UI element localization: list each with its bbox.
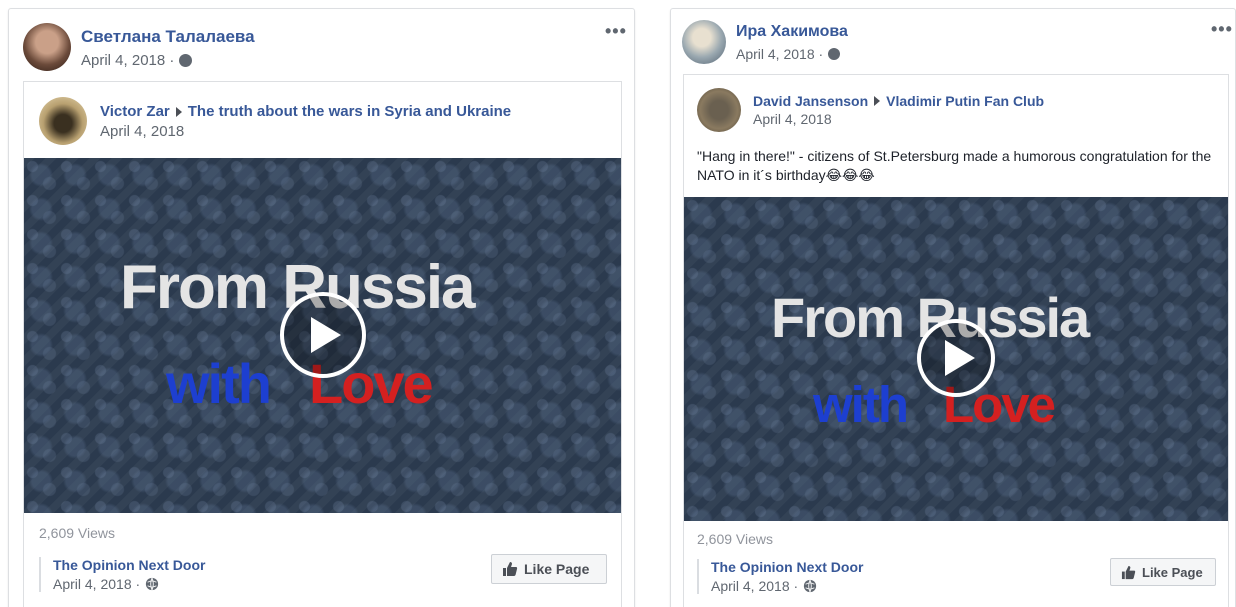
video-title-with: with <box>166 352 272 415</box>
video-title-with: with <box>813 376 909 433</box>
post-date[interactable]: April 4, 2018 · <box>736 46 823 62</box>
like-page-label: Like Page <box>1142 564 1203 580</box>
page-date-line: April 4, 2018 · <box>711 578 863 594</box>
like-page-button[interactable]: Like Page <box>1110 558 1216 586</box>
shared-header: David Jansenson Vladimir Putin Fan Club … <box>684 75 1228 197</box>
page-attribution: The Opinion Next Door April 4, 2018 · <box>39 557 205 592</box>
play-button[interactable] <box>280 292 366 378</box>
shared-target[interactable]: Vladimir Putin Fan Club <box>886 93 1044 109</box>
play-icon <box>311 317 341 353</box>
shared-date[interactable]: April 4, 2018 <box>753 111 832 127</box>
arrow-right-icon <box>175 106 182 117</box>
globe-icon <box>828 48 841 60</box>
page-attribution: The Opinion Next Door April 4, 2018 · <box>697 559 863 594</box>
post-author[interactable]: Ира Хакимова <box>736 23 848 41</box>
views-count: 2,609 Views <box>697 531 774 547</box>
arrow-right-icon <box>874 96 881 106</box>
post-header: Светлана Талалаева April 4, 2018 · ••• <box>9 9 634 79</box>
shared-author-name[interactable]: David Jansenson <box>753 93 868 109</box>
shared-author-line: Victor Zar The truth about the wars in S… <box>100 103 511 120</box>
shared-header: Victor Zar The truth about the wars in S… <box>24 82 621 158</box>
globe-icon <box>804 579 817 593</box>
page-name[interactable]: The Opinion Next Door <box>53 557 205 573</box>
play-button[interactable] <box>917 319 995 397</box>
like-page-button[interactable]: Like Page <box>491 554 607 584</box>
post-date[interactable]: April 4, 2018 · <box>81 52 174 69</box>
shared-post: Victor Zar The truth about the wars in S… <box>23 81 622 607</box>
shared-date[interactable]: April 4, 2018 <box>100 123 184 140</box>
avatar[interactable] <box>682 20 726 64</box>
page-date[interactable]: April 4, 2018 · <box>53 576 140 592</box>
post-header: Ира Хакимова April 4, 2018 · ••• <box>671 9 1235 79</box>
video-player[interactable]: From Russia with Love <box>24 158 621 513</box>
avatar[interactable] <box>23 23 71 71</box>
shared-target[interactable]: The truth about the wars in Syria and Uk… <box>188 103 511 120</box>
thumbs-up-icon <box>1121 565 1136 579</box>
globe-icon <box>179 54 193 67</box>
post-card: Светлана Талалаева April 4, 2018 · ••• V… <box>8 8 635 607</box>
thumbs-up-icon <box>503 562 518 576</box>
shared-avatar[interactable] <box>39 97 87 145</box>
shared-author-name[interactable]: Victor Zar <box>100 103 170 120</box>
more-icon[interactable]: ••• <box>605 22 627 40</box>
globe-icon <box>146 577 159 591</box>
page-date[interactable]: April 4, 2018 · <box>711 578 798 594</box>
post-meta: April 4, 2018 · <box>736 46 841 62</box>
shared-avatar[interactable] <box>697 88 741 132</box>
post-card: Ира Хакимова April 4, 2018 · ••• David J… <box>670 8 1236 607</box>
post-meta: April 4, 2018 · <box>81 52 193 69</box>
post-caption: "Hang in there!" - citizens of St.Peters… <box>697 148 1212 183</box>
video-player[interactable]: From Russia with Love <box>684 197 1228 521</box>
more-icon[interactable]: ••• <box>1211 20 1233 38</box>
shared-author-line: David Jansenson Vladimir Putin Fan Club <box>753 93 1044 109</box>
page-date-line: April 4, 2018 · <box>53 576 205 592</box>
page-name[interactable]: The Opinion Next Door <box>711 559 863 575</box>
post-author[interactable]: Светлана Талалаева <box>81 27 255 47</box>
views-count: 2,609 Views <box>39 525 116 541</box>
shared-post: David Jansenson Vladimir Putin Fan Club … <box>683 74 1229 607</box>
play-icon <box>945 340 975 376</box>
like-page-label: Like Page <box>524 561 590 577</box>
